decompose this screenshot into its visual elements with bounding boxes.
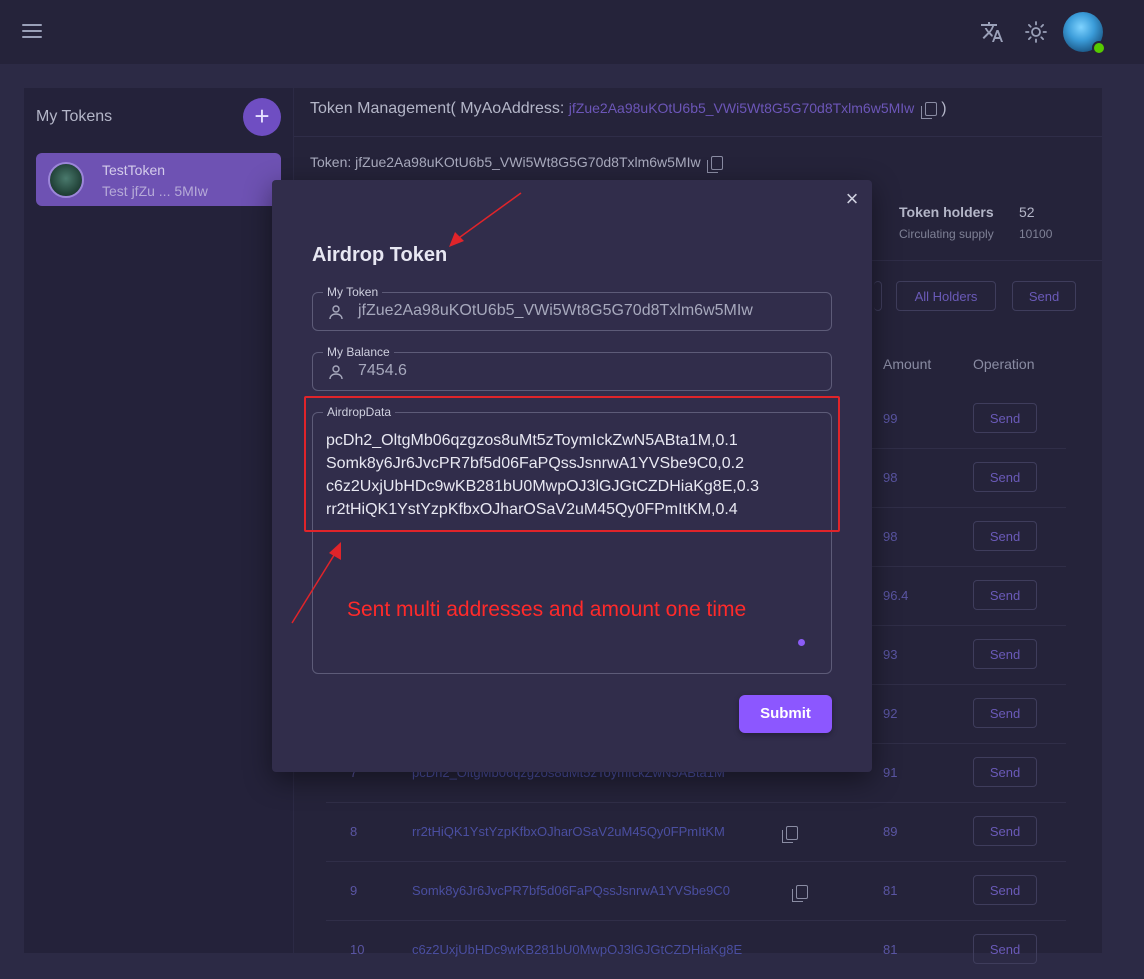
annotation-text: Sent multi addresses and amount one time bbox=[347, 598, 747, 621]
annotation-arrows bbox=[291, 192, 522, 624]
